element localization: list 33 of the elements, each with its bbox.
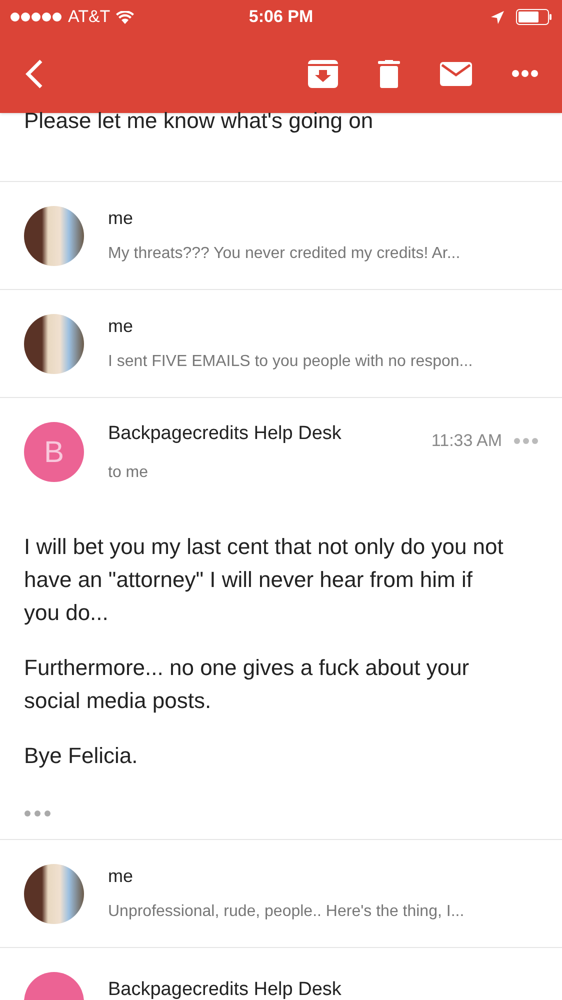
recipient-text: to me <box>108 462 150 482</box>
sender-name: Backpagecredits Help Desk <box>108 978 342 1000</box>
sender-name: me <box>108 865 134 888</box>
archive-icon <box>308 60 338 88</box>
delete-button[interactable] <box>378 60 400 88</box>
mark-unread-button[interactable] <box>440 62 472 86</box>
sender-name: me <box>108 207 134 230</box>
signal-icon <box>10 12 62 22</box>
envelope-icon <box>440 62 472 86</box>
trash-icon <box>378 60 400 88</box>
carrier-name: AT&T <box>68 6 110 28</box>
sender-name: me <box>108 315 134 338</box>
message-time: 11:33 AM <box>431 430 502 452</box>
archive-button[interactable] <box>308 60 338 88</box>
ellipsis-icon <box>24 810 51 817</box>
avatar: B <box>24 422 84 482</box>
wifi-icon <box>116 10 134 24</box>
message-paragraph: Furthermore... no one gives a fuck about your social media posts. <box>24 654 470 715</box>
status-time: 5:06 PM <box>248 6 314 28</box>
message-snippet: Unprofessional, rude, people.. Here's the thing, I... <box>108 902 464 922</box>
more-icon <box>514 438 538 444</box>
more-button[interactable] <box>512 70 538 77</box>
message-text: Please let me know what's going on <box>24 111 374 131</box>
message-paragraph: Bye Felicia. <box>24 742 139 770</box>
back-icon <box>25 58 43 88</box>
message-paragraph: I will bet you my last cent that not only do you not have an "attorney" I will never hear from him if you do... <box>24 533 504 627</box>
message-snippet: My threats??? You never credited my credits! Ar... <box>108 244 460 264</box>
location-arrow-icon <box>491 10 504 24</box>
message-snippet: I sent FIVE EMAILS to you people with no respon... <box>108 352 473 372</box>
show-trimmed-button[interactable] <box>24 810 51 817</box>
sender-name: Backpagecredits Help Desk <box>108 422 342 446</box>
battery-icon <box>516 9 552 25</box>
more-icon <box>512 70 538 77</box>
